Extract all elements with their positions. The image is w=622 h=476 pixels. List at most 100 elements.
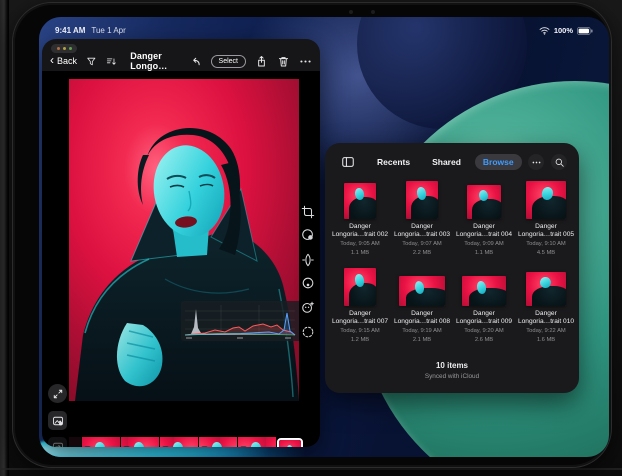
file-thumbnail[interactable]	[344, 268, 376, 306]
camera-sensor	[371, 10, 375, 14]
back-chevron-icon: ‹	[50, 56, 54, 65]
file-date: Today, 9:19 AM	[391, 328, 453, 335]
histogram-overlay	[181, 301, 299, 341]
browser-tabs: Recents Shared Browse	[369, 154, 522, 170]
adjacent-device-edge	[0, 0, 9, 476]
file-item[interactable]: DangerLongoria…trait 009 Today, 9:20 AM 2.…	[453, 266, 515, 344]
battery-icon	[577, 27, 593, 35]
file-thumbnail[interactable]	[467, 185, 501, 219]
clock: 9:41 AM	[55, 26, 85, 35]
status-bar: 9:41 AM Tue 1 Apr 100%	[39, 26, 609, 38]
edited-badge: 3★	[200, 447, 209, 448]
browser-header: Recents Shared Browse	[325, 152, 579, 172]
file-name: DangerLongoria…trait 004	[453, 223, 515, 239]
item-count: 10 items	[325, 361, 579, 370]
file-date: Today, 9:22 AM	[515, 328, 577, 335]
select-button[interactable]: Select	[211, 55, 246, 68]
file-name: DangerLongoria…trait 003	[391, 223, 453, 239]
file-item[interactable]: DangerLongoria…trait 003 Today, 9:07 AM 2.…	[391, 179, 453, 257]
file-item[interactable]: DangerLongoria…trait 010Today, 9:22 AM1.…	[515, 266, 577, 344]
file-date: Today, 9:20 AM	[453, 328, 515, 335]
battery-percent: 100%	[554, 26, 573, 35]
file-thumbnail[interactable]	[526, 181, 566, 219]
device-bottom-edge	[0, 468, 622, 470]
file-name: DangerLongoria…trait 008	[391, 310, 453, 326]
file-grid: DangerLongoria…trait 002Today, 9:05 AM1.…	[329, 179, 575, 344]
document-title: Danger Longo…	[130, 51, 188, 71]
more-ellipsis-icon[interactable]	[299, 55, 312, 68]
file-thumbnail[interactable]	[406, 181, 438, 219]
file-size: 1.1 MB	[453, 250, 515, 257]
more-ellipsis-icon[interactable]	[528, 154, 544, 170]
date: Tue 1 Apr	[91, 26, 125, 35]
canvas-settings-icon[interactable]	[48, 411, 67, 430]
file-size: 4.5 MB	[515, 250, 577, 257]
file-date: Today, 9:07 AM	[391, 241, 453, 248]
edited-badge: 3★	[83, 447, 92, 448]
share-icon[interactable]	[255, 55, 268, 68]
filmstrip-tile[interactable]: 3★	[121, 437, 160, 447]
sort-descending-icon[interactable]	[106, 55, 117, 68]
browser-footer: 10 items Synced with iCloud	[325, 361, 579, 380]
file-size: 1.2 MB	[329, 337, 391, 344]
tab-shared[interactable]: Shared	[424, 154, 469, 170]
file-name: DangerLongoria…trait 005	[515, 223, 577, 239]
file-item[interactable]: DangerLongoria…trait 005 Today, 9:10 AM 4.…	[515, 179, 577, 257]
brush-icon[interactable]	[301, 253, 315, 267]
filmstrip-tile-partial[interactable]	[69, 437, 82, 447]
trash-icon[interactable]	[277, 55, 290, 68]
filmstrip-tile-selected[interactable]	[277, 438, 303, 447]
undo-icon[interactable]	[189, 55, 202, 68]
ipad-screen: 9:41 AM Tue 1 Apr 100%	[39, 17, 609, 457]
smart-select-icon[interactable]	[301, 325, 315, 339]
editor-canvas: 3★3★3★3★3★ i	[42, 71, 320, 447]
tab-recents[interactable]: Recents	[369, 154, 418, 170]
edited-badge: 3★	[239, 447, 248, 448]
filter-funnel-icon[interactable]	[86, 55, 97, 68]
photo-browser-window: Recents Shared Browse DangerLongoria…trait…	[325, 143, 579, 393]
tab-browse[interactable]: Browse	[475, 154, 522, 170]
ipad-bezel: 9:41 AM Tue 1 Apr 100%	[12, 2, 612, 468]
file-item[interactable]: DangerLongoria…trait 008 Today, 9:19 AM 2.…	[391, 266, 453, 344]
file-date: Today, 9:09 AM	[453, 241, 515, 248]
sync-status: Synced with iCloud	[325, 373, 579, 380]
filmstrip-tile[interactable]: 3★	[238, 437, 277, 447]
crop-icon[interactable]	[301, 205, 315, 219]
file-item[interactable]: DangerLongoria…trait 004 Today, 9:09 AM 1.…	[453, 179, 515, 257]
file-name: DangerLongoria…trait 007	[329, 310, 391, 326]
filmstrip[interactable]: 3★ 3★ 3★ 3★ 3★	[69, 437, 299, 447]
file-name: DangerLongoria…trait 009	[453, 310, 515, 326]
sidebar-toggle-icon[interactable]	[341, 155, 355, 169]
file-size: 2.1 MB	[391, 337, 453, 344]
back-button[interactable]: ‹ Back	[50, 56, 77, 66]
file-date: Today, 9:15 AM	[329, 328, 391, 335]
file-size: 1.1 MB	[329, 250, 391, 257]
front-camera	[349, 10, 353, 14]
edited-badge: 3★	[161, 447, 170, 448]
adjust-icon[interactable]	[301, 276, 315, 290]
file-item[interactable]: DangerLongoria…trait 007 Today, 9:15 AM 1.…	[329, 266, 391, 344]
search-icon[interactable]	[551, 154, 567, 170]
file-thumbnail[interactable]	[462, 276, 506, 306]
filters-icon[interactable]	[301, 300, 315, 314]
edited-badge: 3★	[122, 447, 131, 448]
filmstrip-tile[interactable]: 3★	[160, 437, 199, 447]
file-thumbnail[interactable]	[526, 272, 566, 306]
file-size: 1.6 MB	[515, 337, 577, 344]
file-size: 2.2 MB	[391, 250, 453, 257]
wifi-icon	[539, 26, 550, 35]
versions-icon[interactable]	[48, 437, 67, 447]
file-date: Today, 9:10 AM	[515, 241, 577, 248]
file-thumbnail[interactable]	[344, 183, 376, 219]
repair-icon[interactable]	[301, 228, 315, 242]
filmstrip-tile[interactable]: 3★	[82, 437, 121, 447]
zoom-fit-icon[interactable]	[48, 384, 67, 403]
file-thumbnail[interactable]	[399, 276, 445, 306]
photo-editor-window: ‹ Back Danger Longo… Select	[42, 39, 320, 447]
file-item[interactable]: DangerLongoria…trait 002Today, 9:05 AM1.…	[329, 179, 391, 257]
editor-toolbar: ‹ Back Danger Longo… Select	[42, 52, 320, 70]
main-photo[interactable]	[69, 79, 299, 401]
file-date: Today, 9:05 AM	[329, 241, 391, 248]
file-size: 2.6 MB	[453, 337, 515, 344]
filmstrip-tile[interactable]: 3★	[199, 437, 238, 447]
